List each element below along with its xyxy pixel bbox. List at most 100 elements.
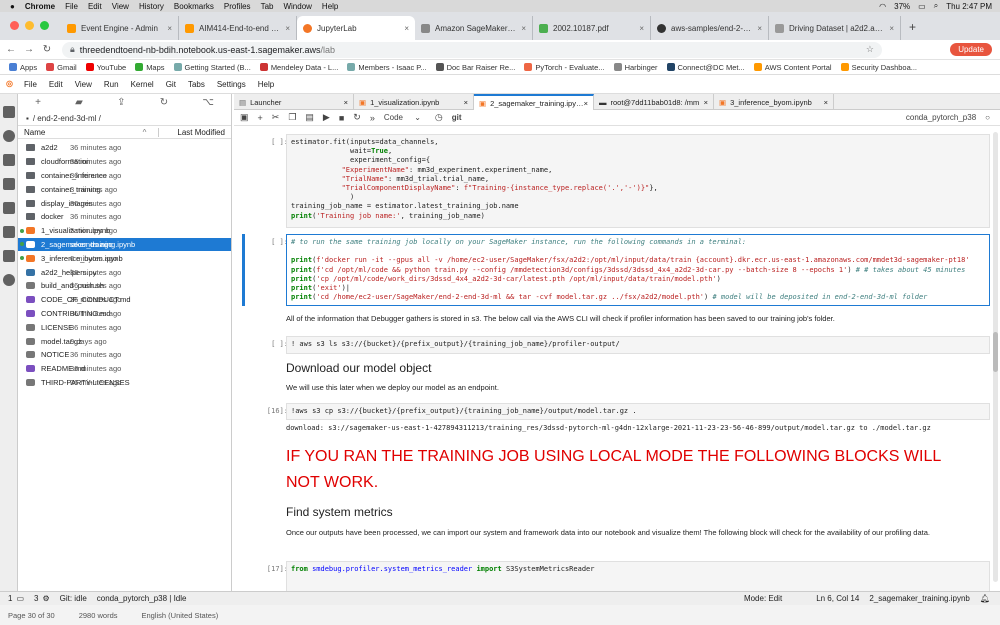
folder-icon[interactable] bbox=[2, 106, 15, 118]
bookmark-aws-content[interactable]: AWS Content Portal bbox=[753, 63, 832, 72]
git-icon[interactable]: git bbox=[452, 113, 462, 122]
close-window-icon[interactable] bbox=[10, 21, 19, 30]
git-clone-icon[interactable]: ⌥ bbox=[202, 97, 214, 108]
reload-icon[interactable]: ↻ bbox=[40, 44, 54, 55]
bookmark-getting-started[interactable]: Getting Started (B... bbox=[173, 63, 251, 72]
file-row[interactable]: CODE_OF_CONDUCT.md 36 minutes ago bbox=[18, 293, 231, 307]
bookmark-connect[interactable]: Connect@DC Met... bbox=[666, 63, 745, 72]
clock[interactable]: Thu 2:47 PM bbox=[946, 2, 992, 11]
cell-editor[interactable]: estimator.fit(inputs=data_channels, wait… bbox=[286, 134, 990, 228]
browser-tab[interactable]: aws-samples/end-2-end-3d-ml× bbox=[651, 16, 769, 40]
cell-editor[interactable]: from smdebug.profiler.system_metrics_rea… bbox=[286, 561, 990, 591]
bookmark-security[interactable]: Security Dashboa... bbox=[840, 63, 917, 72]
bookmark-youtube[interactable]: YouTube bbox=[85, 63, 126, 72]
jmenu-kernel[interactable]: Kernel bbox=[131, 80, 154, 89]
tab-1-visualization[interactable]: ▣ 1_visualization.ipynb × bbox=[354, 94, 474, 110]
jmenu-run[interactable]: Run bbox=[104, 80, 119, 89]
upload-icon[interactable]: ⇪ bbox=[117, 97, 125, 108]
tab-launcher[interactable]: ▤ Launcher × bbox=[234, 94, 354, 110]
git-icon[interactable] bbox=[2, 154, 15, 166]
mac-menu-file[interactable]: File bbox=[65, 2, 78, 11]
new-folder-icon[interactable]: ▰ bbox=[75, 97, 83, 108]
browser-tab[interactable]: Driving Dataset | a2d2.audi × bbox=[769, 16, 901, 40]
close-tab-icon[interactable]: × bbox=[757, 24, 762, 33]
fast-forward-icon[interactable]: » bbox=[370, 113, 375, 123]
tabs-icon[interactable] bbox=[2, 226, 15, 238]
running-icon[interactable] bbox=[2, 130, 15, 142]
close-tab-icon[interactable]: × bbox=[167, 24, 172, 33]
jmenu-git[interactable]: Git bbox=[166, 80, 176, 89]
battery-level[interactable]: 37% bbox=[894, 2, 910, 11]
file-row[interactable]: model.tar.gz 9 days ago bbox=[18, 334, 231, 348]
kernels-count[interactable]: 3 bbox=[34, 594, 38, 603]
puzzle-icon[interactable] bbox=[2, 250, 15, 262]
paste-icon[interactable]: ▤ bbox=[305, 112, 314, 123]
clock-icon[interactable]: ◷ bbox=[435, 112, 443, 123]
file-row[interactable]: LICENSE 36 minutes ago bbox=[18, 320, 231, 334]
bookmark-gmail[interactable]: Gmail bbox=[46, 63, 77, 72]
bookmark-maps[interactable]: Maps bbox=[135, 63, 165, 72]
kernel-status[interactable]: conda_pytorch_p38 | Idle bbox=[97, 594, 187, 603]
close-tab-icon[interactable]: × bbox=[639, 24, 644, 33]
palette-icon[interactable] bbox=[2, 178, 15, 190]
cursor-position[interactable]: Ln 6, Col 14 bbox=[816, 594, 859, 603]
close-icon[interactable]: × bbox=[584, 99, 588, 108]
file-row[interactable]: cloudformation 36 minutes ago bbox=[18, 155, 231, 169]
file-row[interactable]: a2d2 36 minutes ago bbox=[18, 141, 231, 155]
notebook-scrollbar[interactable] bbox=[993, 132, 998, 582]
bookmark-star-icon[interactable]: ☆ bbox=[866, 44, 874, 55]
tab-2-sagemaker-training[interactable]: ▣ 2_sagemaker_training.ipynb × bbox=[474, 94, 594, 110]
close-tab-icon[interactable]: × bbox=[521, 24, 526, 33]
url-input[interactable]: 🔒︎ threedendtoend-nb-bdih.notebook.us-ea… bbox=[62, 41, 882, 58]
file-row[interactable]: docker 36 minutes ago bbox=[18, 210, 231, 224]
new-tab-icon[interactable]: + bbox=[909, 20, 916, 34]
mac-menu-tab[interactable]: Tab bbox=[261, 2, 274, 11]
back-icon[interactable]: ← bbox=[4, 44, 18, 55]
minimize-window-icon[interactable] bbox=[25, 21, 34, 30]
close-icon[interactable]: × bbox=[344, 98, 348, 107]
browser-tab[interactable]: Event Engine - Admin × bbox=[61, 16, 179, 40]
jmenu-tabs[interactable]: Tabs bbox=[188, 80, 205, 89]
bookmark-pytorch[interactable]: PyTorch - Evaluate... bbox=[524, 63, 605, 72]
cell-type-select[interactable]: Code ⌄ bbox=[384, 113, 426, 122]
browser-tab[interactable]: Amazon SageMaker Ground Truth× bbox=[415, 16, 533, 40]
file-row[interactable]: build_and_push.sh 36 minutes ago bbox=[18, 279, 231, 293]
bookmark-apps[interactable]: Apps bbox=[9, 63, 37, 72]
refresh-icon[interactable]: ↻ bbox=[160, 97, 168, 108]
mac-menu-edit[interactable]: Edit bbox=[88, 2, 102, 11]
browser-tab[interactable]: AIM414-End-to-end 3D Machine× bbox=[179, 16, 297, 40]
jmenu-file[interactable]: File bbox=[24, 80, 37, 89]
close-tab-icon[interactable]: × bbox=[404, 24, 409, 33]
search-icon[interactable]: ⌕ bbox=[934, 1, 938, 11]
file-row[interactable]: THIRD-PARTY-LICENSES 36 minutes ago bbox=[18, 376, 231, 390]
browser-tab-active[interactable]: JupyterLab × bbox=[297, 16, 415, 40]
bookmark-mendeley[interactable]: Mendeley Data - L... bbox=[259, 63, 338, 72]
new-launcher-icon[interactable]: + bbox=[35, 97, 41, 108]
column-name[interactable]: Name bbox=[24, 128, 143, 137]
scrollbar-thumb[interactable] bbox=[993, 332, 998, 372]
file-row[interactable]: container_training 3 minutes ago bbox=[18, 182, 231, 196]
mac-menu-view[interactable]: View bbox=[112, 2, 129, 11]
restart-icon[interactable]: ↻ bbox=[353, 112, 361, 123]
file-row[interactable]: 2_sagemaker_training.ipynb seconds ago bbox=[18, 237, 231, 252]
battery-icon[interactable]: ▭ bbox=[918, 2, 926, 11]
file-row[interactable]: container_inference 36 minutes ago bbox=[18, 169, 231, 183]
file-row[interactable]: CONTRIBUTING.md 36 minutes ago bbox=[18, 307, 231, 321]
bookmark-harbinger[interactable]: Harbinger bbox=[613, 63, 658, 72]
apple-icon[interactable]: ● bbox=[10, 2, 15, 11]
terminals-count[interactable]: 1 bbox=[8, 594, 12, 603]
mac-menu-profiles[interactable]: Profiles bbox=[224, 2, 251, 11]
zoom-window-icon[interactable] bbox=[40, 21, 49, 30]
jmenu-view[interactable]: View bbox=[75, 80, 92, 89]
browser-tab[interactable]: 2002.10187.pdf × bbox=[533, 16, 651, 40]
save-icon[interactable]: ▣ bbox=[240, 112, 249, 123]
gear-icon[interactable] bbox=[2, 274, 15, 286]
tab-3-inference[interactable]: ▣ 3_inference_byom.ipynb × bbox=[714, 94, 834, 110]
wrench-icon[interactable] bbox=[2, 202, 15, 214]
jmenu-help[interactable]: Help bbox=[258, 80, 274, 89]
git-status[interactable]: Git: idle bbox=[60, 594, 87, 603]
jmenu-edit[interactable]: Edit bbox=[49, 80, 63, 89]
file-row[interactable]: display_images 36 minutes ago bbox=[18, 196, 231, 210]
bell-icon[interactable]: 🔔︎ bbox=[980, 594, 990, 603]
file-row[interactable]: 3_inference_byom.ipynb 6 minutes ago bbox=[18, 251, 231, 265]
